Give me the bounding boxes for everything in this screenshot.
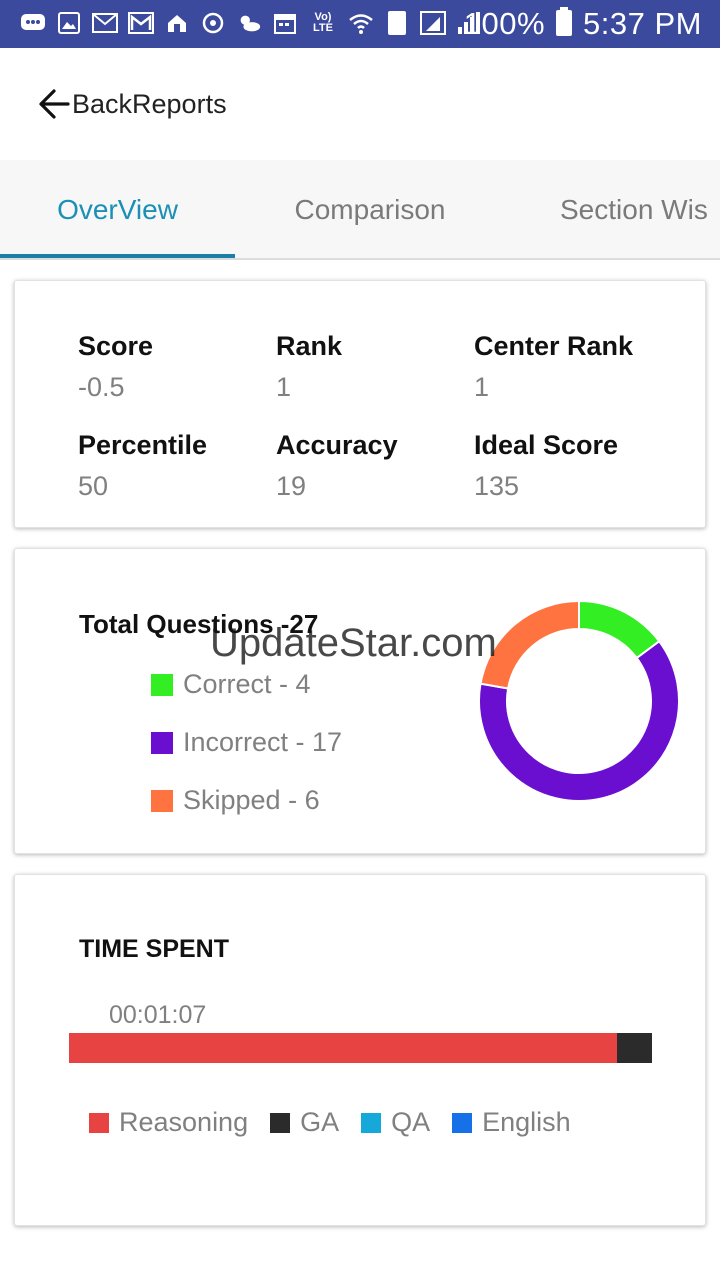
legend-swatch: [361, 1112, 382, 1133]
legend-incorrect: Incorrect - 17: [151, 727, 342, 758]
watermark: UpdateStar.com: [210, 621, 497, 665]
back-title: BackReports: [72, 88, 227, 119]
legend-label: Incorrect - 17: [183, 727, 343, 757]
stat-label: Accuracy: [276, 430, 398, 460]
legend-skipped: Skipped - 6: [151, 785, 320, 816]
calendar-icon: [272, 10, 298, 36]
stat-value: -0.5: [78, 372, 125, 402]
time-bar-segment-ga: [617, 1033, 652, 1063]
stat-percentile: Percentile 50: [78, 430, 278, 502]
legend-english: English: [452, 1107, 571, 1138]
legend-label: Skipped - 6: [183, 785, 320, 815]
stat-value: 50: [78, 471, 109, 501]
legend-swatch: [89, 1112, 109, 1133]
time-spent-card: TIME SPENT 00:01:07 Reasoning GA QA Engl…: [14, 874, 706, 1226]
legend-swatch: [151, 789, 173, 812]
sync-icon: [200, 10, 226, 36]
time-spent-value: 00:01:07: [109, 1001, 207, 1029]
stats-card: Score -0.5 Rank 1 Center Rank 1 Percenti…: [14, 280, 706, 528]
stat-value: 1: [474, 372, 490, 402]
stat-label: Ideal Score: [474, 430, 619, 460]
arrow-left-icon: [36, 86, 72, 122]
messages-icon: [20, 10, 46, 36]
notification-icons: Vo) LTE: [20, 10, 482, 36]
back-button[interactable]: BackReports: [36, 86, 227, 122]
time-spent-legend: Reasoning GA QA English: [89, 1107, 593, 1138]
stat-rank: Rank 1: [276, 331, 476, 403]
time-spent-bar: [69, 1033, 652, 1063]
app-icon: [164, 10, 190, 36]
status-bar: Vo) LTE 100% 5:37 PM: [0, 0, 720, 48]
wifi-icon: [348, 10, 374, 36]
weather-icon: [236, 10, 262, 36]
legend-swatch: [270, 1112, 291, 1133]
stat-label: Rank: [276, 331, 343, 361]
legend-ga: GA: [270, 1107, 339, 1138]
stat-label: Percentile: [78, 430, 208, 460]
sim1-icon: [384, 10, 410, 36]
stat-label: Center Rank: [474, 331, 634, 361]
legend-swatch: [151, 673, 173, 696]
legend-reasoning: Reasoning: [89, 1107, 248, 1138]
time-bar-segment-reasoning: [69, 1033, 618, 1063]
signal-r-icon: [420, 10, 446, 36]
stat-value: 135: [474, 471, 520, 501]
tab-comparison[interactable]: Comparison: [235, 160, 505, 258]
app-header: BackReports: [0, 48, 720, 160]
stat-label: Score: [78, 331, 154, 361]
stat-accuracy: Accuracy 19: [276, 430, 476, 502]
legend-swatch: [151, 731, 173, 754]
legend-label: English: [482, 1107, 571, 1137]
tab-overview[interactable]: OverView: [0, 160, 235, 258]
stat-ideal-score: Ideal Score 135: [474, 430, 694, 502]
time-spent-title: TIME SPENT: [79, 935, 230, 963]
legend-label: Reasoning: [119, 1107, 249, 1137]
tab-bar: OverView Comparison Section Wis: [0, 160, 720, 260]
active-tab-indicator: [0, 254, 235, 258]
gmail-icon: [128, 10, 154, 36]
stat-score: Score -0.5: [78, 331, 278, 403]
legend-label: QA: [391, 1107, 431, 1137]
email-icon: [92, 10, 118, 36]
battery-percent: 100%: [463, 6, 546, 41]
battery-icon: [555, 6, 573, 42]
stat-center-rank: Center Rank 1: [474, 331, 694, 403]
legend-qa: QA: [361, 1107, 430, 1138]
legend-correct: Correct - 4: [151, 669, 311, 700]
volte-icon: Vo) LTE: [313, 11, 333, 34]
stat-value: 1: [276, 372, 292, 402]
gallery-icon: [56, 10, 82, 36]
legend-swatch: [452, 1112, 473, 1133]
legend-label: Correct - 4: [183, 669, 311, 699]
stat-value: 19: [276, 471, 307, 501]
clock: 5:37 PM: [583, 6, 702, 41]
tab-section-wise[interactable]: Section Wis: [560, 160, 720, 258]
questions-card: Total Questions -27 Correct - 4 Incorrec…: [14, 548, 706, 854]
legend-label: GA: [300, 1107, 340, 1137]
questions-donut-chart: [478, 599, 680, 802]
